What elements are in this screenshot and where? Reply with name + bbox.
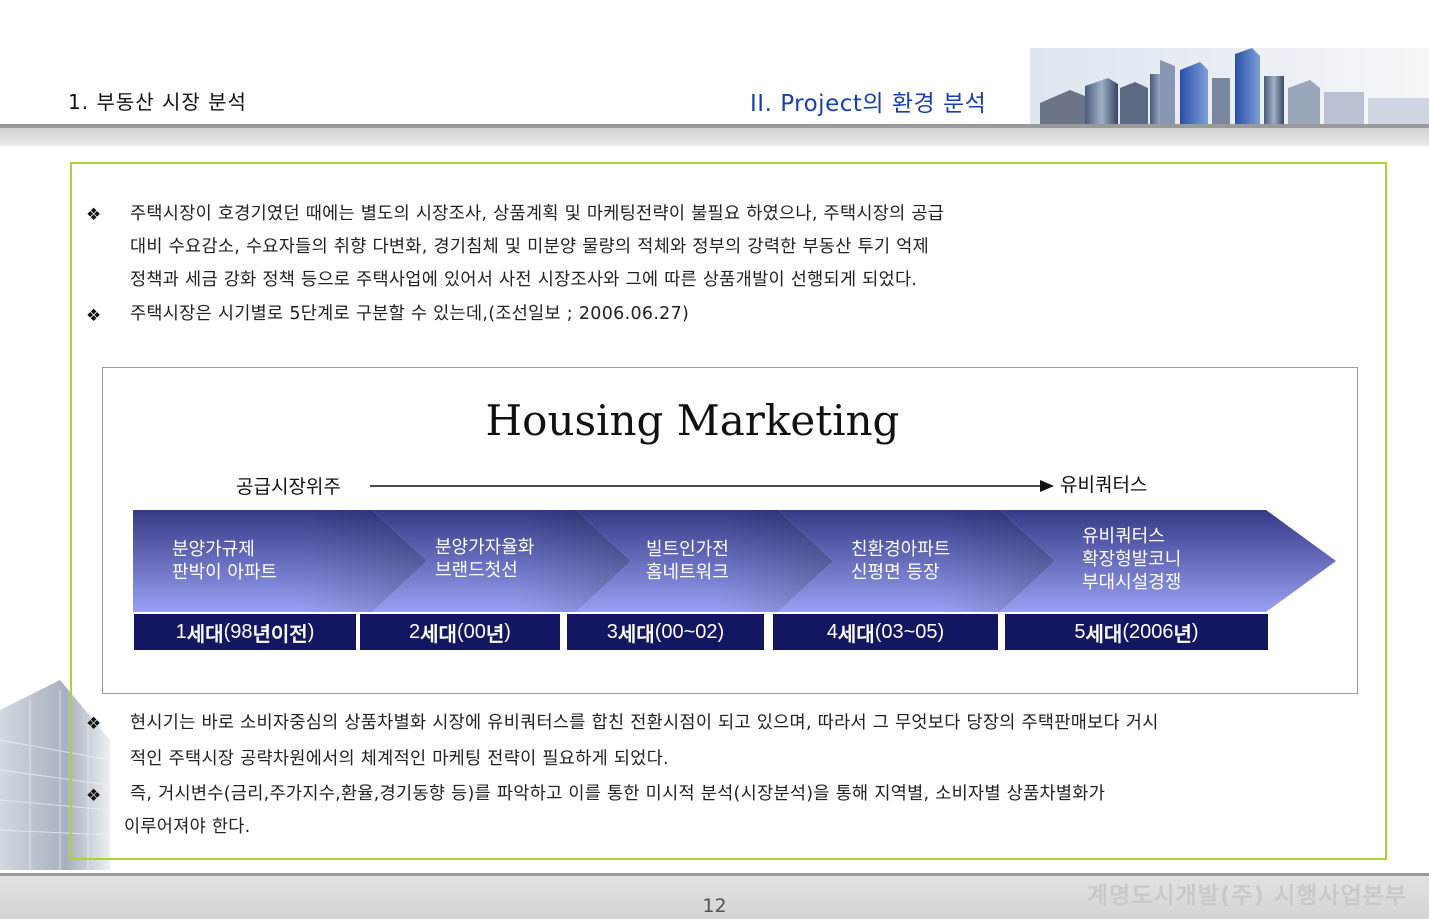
paragraph-line: 정책과 세금 강화 정책 등으로 주택사업에 있어서 사전 시장조사와 그에 따… [130, 270, 918, 290]
generation-label: 2 세대 (00 년) [359, 613, 561, 651]
bullet-icon: ❖ [86, 714, 102, 734]
generation-label: 3 세대 (00~02) [566, 613, 765, 651]
diagram-title: Housing Marketing [485, 396, 900, 445]
paragraph-line: 주택시장이 호경기였던 때에는 별도의 시장조사, 상품계획 및 마케팅전략이 … [130, 204, 945, 224]
generation-label: 1 세대 (98 년이전) [133, 613, 357, 651]
stage-label: 빌트인가전 홈네트워크 [646, 539, 729, 583]
paragraph-line: 주택시장은 시기별로 5단계로 구분할 수 있는데,(조선일보 ; 2006.0… [130, 304, 690, 324]
header-band [0, 128, 1429, 146]
section-title: 1. 부동산 시장 분석 [68, 90, 247, 114]
stage-label: 친환경아파트 신평면 등장 [851, 539, 951, 583]
paragraph-line: 즉, 거시변수(금리,주가지수,환율,경기동향 등)를 파악하고 이를 통한 미… [130, 784, 1106, 804]
axis-start-label: 공급시장위주 [236, 476, 341, 498]
stage-label: 유비쿼터스 확장형발코니 부대시설경쟁 [1082, 526, 1182, 593]
bullet-icon: ❖ [86, 205, 102, 225]
paragraph-line: 현시기는 바로 소비자중심의 상품차별화 시장에 유비쿼터스를 합친 전환시점이… [130, 713, 1159, 733]
bullet-icon: ❖ [86, 306, 102, 326]
bullet-icon: ❖ [86, 786, 102, 806]
stage-label: 분양가규제 판박이 아파트 [172, 539, 278, 583]
paragraph-line: 이루어져야 한다. [124, 817, 251, 837]
company-name: 계명도시개발(주) 시행사업본부 [1086, 883, 1407, 909]
paragraph-line: 적인 주택시장 공략차원에서의 체계적인 마케팅 전략이 필요하게 되었다. [130, 749, 669, 769]
chapter-title: II. Project의 환경 분석 [750, 91, 987, 117]
generation-label: 5 세대 (2006 년) [1004, 613, 1269, 651]
axis-end-label: 유비쿼터스 [1060, 474, 1148, 496]
city-skyline-image [1030, 48, 1429, 128]
generation-label: 4 세대 (03~05) [772, 613, 999, 651]
stage-label: 분양가자율화 브랜드첫선 [435, 537, 535, 581]
paragraph-line: 대비 수요감소, 수요자들의 취향 다변화, 경기침체 및 미분양 물량의 적체… [130, 237, 930, 257]
